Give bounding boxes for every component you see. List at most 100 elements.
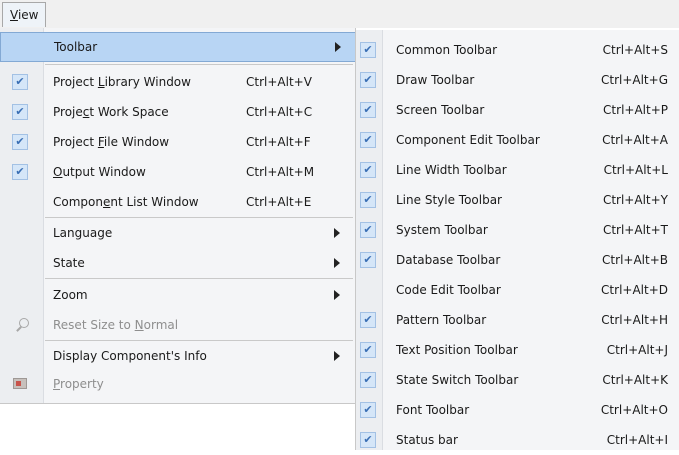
submenu-item[interactable]: ✔ State Switch Toolbar Ctrl+Alt+K — [356, 365, 679, 395]
submenu-item-shortcut: Ctrl+Alt+G — [600, 73, 668, 87]
submenu-item[interactable]: Code Edit Toolbar Ctrl+Alt+D — [356, 275, 679, 305]
menu-item-output-window[interactable]: ✔ Output Window Ctrl+Alt+M — [0, 157, 356, 187]
menu-item-display-component-info[interactable]: Display Component's Info — [0, 341, 356, 371]
submenu-item-label: Database Toolbar — [396, 253, 501, 267]
checkmark-icon: ✔ — [360, 312, 376, 328]
submenu-item[interactable]: ✔ System Toolbar Ctrl+Alt+T — [356, 215, 679, 245]
checkmark-icon: ✔ — [12, 134, 28, 150]
submenu-item-shortcut: Ctrl+Alt+J — [606, 343, 668, 357]
menu-item-state[interactable]: State — [0, 248, 356, 278]
submenu-item-label: Draw Toolbar — [396, 73, 475, 87]
checkmark-icon: ✔ — [360, 372, 376, 388]
checkmark-icon: ✔ — [360, 432, 376, 448]
menu-item-shortcut: Ctrl+Alt+M — [246, 165, 315, 179]
submenu-item[interactable]: ✔ Screen Toolbar Ctrl+Alt+P — [356, 95, 679, 125]
menu-item-label: Project File Window — [53, 135, 170, 149]
menu-item-label: State — [53, 256, 85, 270]
submenu-arrow-icon — [334, 258, 340, 268]
checkmark-icon: ✔ — [360, 102, 376, 118]
submenu-item-label: Status bar — [396, 433, 458, 447]
submenu-item[interactable]: ✔ Status bar Ctrl+Alt+I — [356, 425, 679, 455]
menu-separator — [45, 278, 353, 279]
checkmark-icon: ✔ — [360, 72, 376, 88]
view-menu: Toolbar ✔ Project Library Window Ctrl+Al… — [0, 28, 356, 404]
menu-item-shortcut: Ctrl+Alt+C — [246, 105, 313, 119]
submenu-item[interactable]: ✔ Draw Toolbar Ctrl+Alt+G — [356, 65, 679, 95]
menu-view[interactable]: View — [2, 2, 47, 27]
submenu-item-label: Screen Toolbar — [396, 103, 485, 117]
menu-item-toolbar[interactable]: Toolbar — [0, 32, 356, 62]
checkmark-icon: ✔ — [360, 162, 376, 178]
toolbar-submenu: ✔ Common Toolbar Ctrl+Alt+S ✔ Draw Toolbar Ct… — [355, 30, 679, 450]
menu-item-label: Toolbar — [54, 40, 98, 54]
submenu-item-shortcut: Ctrl+Alt+P — [603, 103, 668, 117]
submenu-item[interactable]: ✔ Text Position Toolbar Ctrl+Alt+J — [356, 335, 679, 365]
menu-item-language[interactable]: Language — [0, 218, 356, 248]
submenu-item[interactable]: ✔ Database Toolbar Ctrl+Alt+B — [356, 245, 679, 275]
submenu-item[interactable]: ✔ Font Toolbar Ctrl+Alt+O — [356, 395, 679, 425]
submenu-item-label: State Switch Toolbar — [396, 373, 519, 387]
checkmark-icon: ✔ — [360, 342, 376, 358]
submenu-item-shortcut: Ctrl+Alt+D — [601, 283, 668, 297]
checkmark-icon: ✔ — [360, 222, 376, 238]
menu-item-shortcut: Ctrl+Alt+F — [246, 135, 311, 149]
menu-item-property: Property — [0, 369, 356, 399]
submenu-item-shortcut: Ctrl+Alt+K — [602, 373, 668, 387]
submenu-item[interactable]: ✔ Common Toolbar Ctrl+Alt+S — [356, 35, 679, 65]
checkmark-icon: ✔ — [12, 104, 28, 120]
menu-item-label: Component List Window — [53, 195, 199, 209]
submenu-arrow-icon — [334, 351, 340, 361]
checkmark-icon: ✔ — [12, 74, 28, 90]
menu-view-mnemonic: V — [10, 8, 18, 22]
submenu-item[interactable]: ✔ Line Style Toolbar Ctrl+Alt+Y — [356, 185, 679, 215]
menu-item-project-work-space[interactable]: ✔ Project Work Space Ctrl+Alt+C — [0, 97, 356, 127]
property-icon — [13, 378, 27, 389]
submenu-item[interactable]: ✔ Component Edit Toolbar Ctrl+Alt+A — [356, 125, 679, 155]
menu-item-label: Language — [53, 226, 113, 240]
menu-item-label: Zoom — [53, 288, 88, 302]
menu-item-label: Property — [53, 377, 104, 391]
submenu-item-shortcut: Ctrl+Alt+T — [602, 223, 668, 237]
submenu-item-label: Pattern Toolbar — [396, 313, 487, 327]
submenu-item-shortcut: Ctrl+Alt+L — [603, 163, 668, 177]
submenu-item-shortcut: Ctrl+Alt+B — [602, 253, 668, 267]
menu-view-rest: iew — [17, 8, 39, 22]
checkmark-icon: ✔ — [360, 42, 376, 58]
menu-item-shortcut: Ctrl+Alt+V — [246, 75, 312, 89]
submenu-item-label: Line Style Toolbar — [396, 193, 502, 207]
submenu-item[interactable]: ✔ Line Width Toolbar Ctrl+Alt+L — [356, 155, 679, 185]
checkmark-icon: ✔ — [360, 402, 376, 418]
checkmark-icon: ✔ — [360, 192, 376, 208]
submenu-arrow-icon — [334, 228, 340, 238]
menu-item-project-library-window[interactable]: ✔ Project Library Window Ctrl+Alt+V — [0, 67, 356, 97]
submenu-item-label: Code Edit Toolbar — [396, 283, 501, 297]
submenu-item-label: Component Edit Toolbar — [396, 133, 540, 147]
menu-item-label: Output Window — [53, 165, 146, 179]
submenu-item-label: System Toolbar — [396, 223, 488, 237]
submenu-arrow-icon — [335, 42, 341, 52]
menu-item-component-list-window[interactable]: Component List Window Ctrl+Alt+E — [0, 187, 356, 217]
checkmark-icon: ✔ — [360, 252, 376, 268]
submenu-item-label: Common Toolbar — [396, 43, 498, 57]
submenu-item-label: Text Position Toolbar — [396, 343, 518, 357]
submenu-item-label: Line Width Toolbar — [396, 163, 507, 177]
menu-bar: View — [0, 0, 679, 28]
submenu-item-shortcut: Ctrl+Alt+A — [602, 133, 668, 147]
checkmark-icon: ✔ — [12, 164, 28, 180]
submenu-item-shortcut: Ctrl+Alt+H — [601, 313, 668, 327]
submenu-item-shortcut: Ctrl+Alt+O — [600, 403, 668, 417]
checkmark-icon: ✔ — [360, 132, 376, 148]
menu-item-reset-size: Reset Size to Normal — [0, 310, 356, 340]
menu-item-label: Reset Size to Normal — [53, 318, 179, 332]
menu-separator — [45, 64, 353, 65]
submenu-item-shortcut: Ctrl+Alt+S — [602, 43, 668, 57]
menu-item-label: Project Work Space — [53, 105, 169, 119]
submenu-item[interactable]: ✔ Pattern Toolbar Ctrl+Alt+H — [356, 305, 679, 335]
menu-item-label: Project Library Window — [53, 75, 191, 89]
submenu-item-label: Font Toolbar — [396, 403, 470, 417]
submenu-item-shortcut: Ctrl+Alt+I — [606, 433, 668, 447]
menu-item-label: Display Component's Info — [53, 349, 207, 363]
menu-item-project-file-window[interactable]: ✔ Project File Window Ctrl+Alt+F — [0, 127, 356, 157]
submenu-arrow-icon — [334, 290, 340, 300]
menu-item-zoom[interactable]: Zoom — [0, 280, 356, 310]
